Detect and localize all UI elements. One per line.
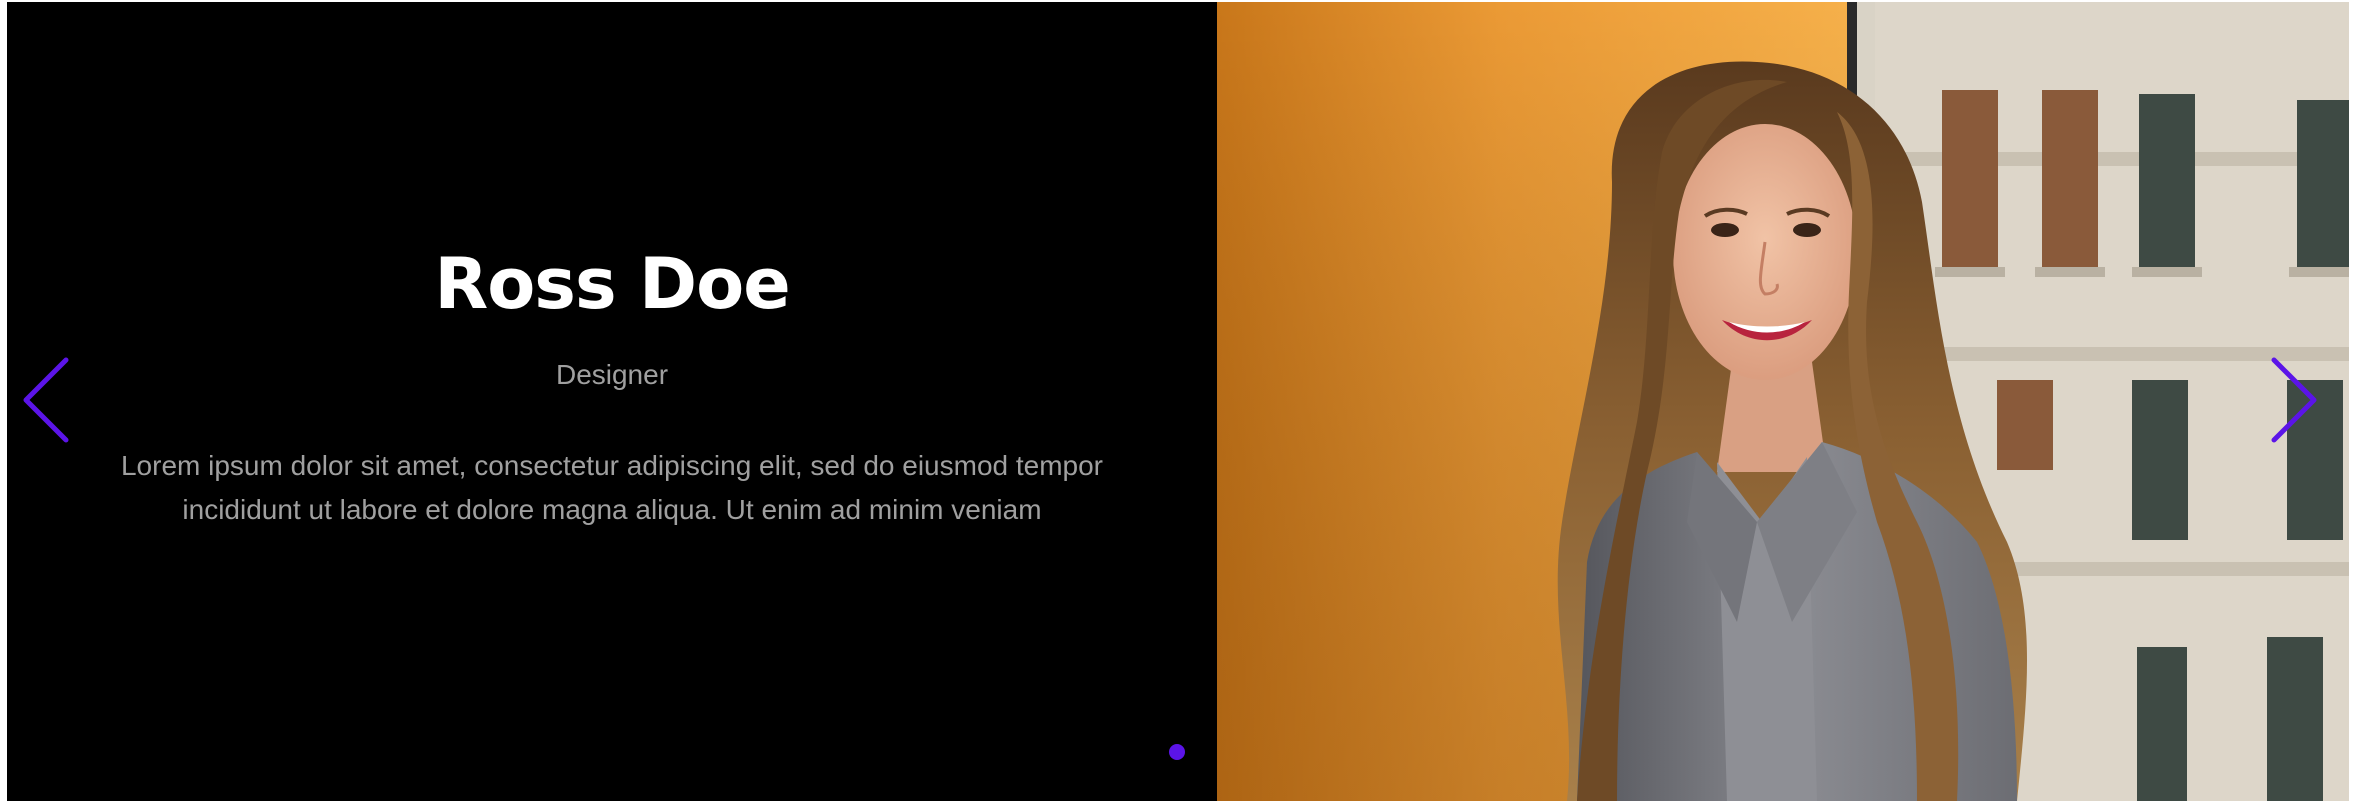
carousel-dot-1[interactable] — [1169, 744, 1185, 760]
portrait-photo — [1217, 2, 2349, 801]
chevron-left-icon[interactable] — [18, 350, 78, 450]
chevron-right-icon[interactable] — [2262, 350, 2322, 450]
testimonial-slider: Ross Doe Designer Lorem ipsum dolor sit … — [7, 2, 2349, 801]
testimonial-text-panel: Ross Doe Designer Lorem ipsum dolor sit … — [7, 2, 1217, 801]
person-role: Designer — [555, 359, 669, 390]
person-name: Ross Doe — [434, 243, 790, 325]
testimonial-quote: Lorem ipsum dolor sit amet, consectetur … — [120, 450, 1104, 525]
